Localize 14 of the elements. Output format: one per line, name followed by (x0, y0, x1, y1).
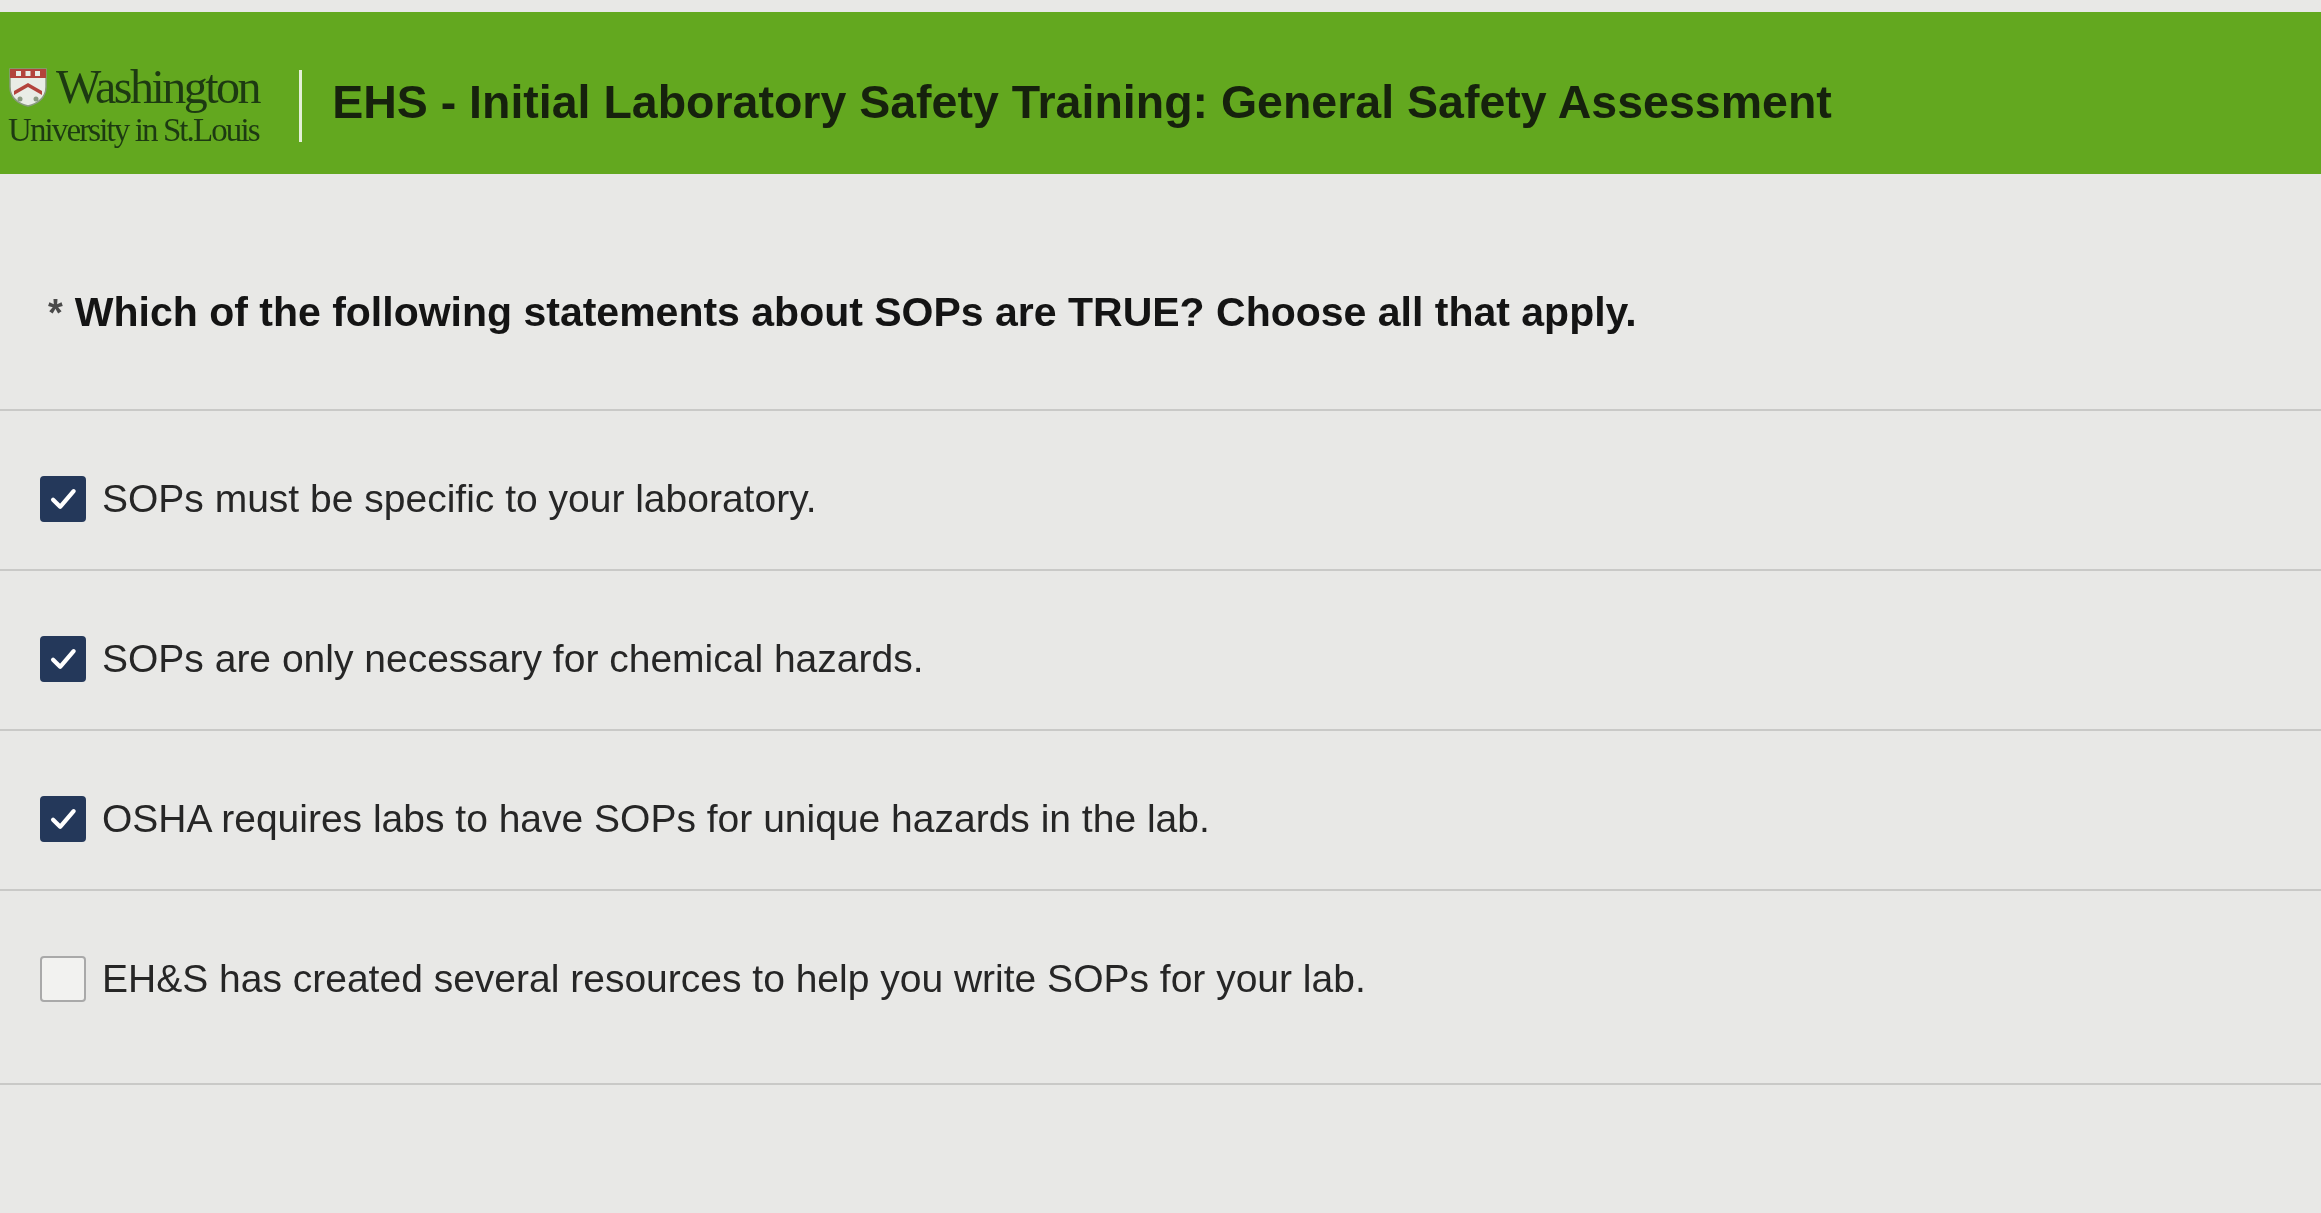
logo-wordmark: Washington (56, 63, 260, 111)
shield-crest-icon (8, 67, 48, 107)
checkbox[interactable] (40, 636, 86, 682)
logo-subtitle: University in St.Louis (8, 112, 260, 149)
checkbox[interactable] (40, 796, 86, 842)
required-asterisk: * (48, 291, 63, 336)
page-title: EHS - Initial Laboratory Safety Training: General Safety Assessment (332, 75, 1832, 129)
option-label: OSHA requires labs to have SOPs for unique hazards in the lab. (102, 796, 1210, 842)
option-label: EH&S has created several resources to help you write SOPs for your lab. (102, 956, 1366, 1002)
option-label: SOPs are only necessary for chemical hazards. (102, 636, 924, 682)
option-label: SOPs must be specific to your laboratory. (102, 476, 817, 522)
question-text: Which of the following statements about SOPs are TRUE? Choose all that apply. (74, 288, 1637, 336)
checkbox[interactable] (40, 476, 86, 522)
checkbox[interactable] (40, 956, 86, 1002)
